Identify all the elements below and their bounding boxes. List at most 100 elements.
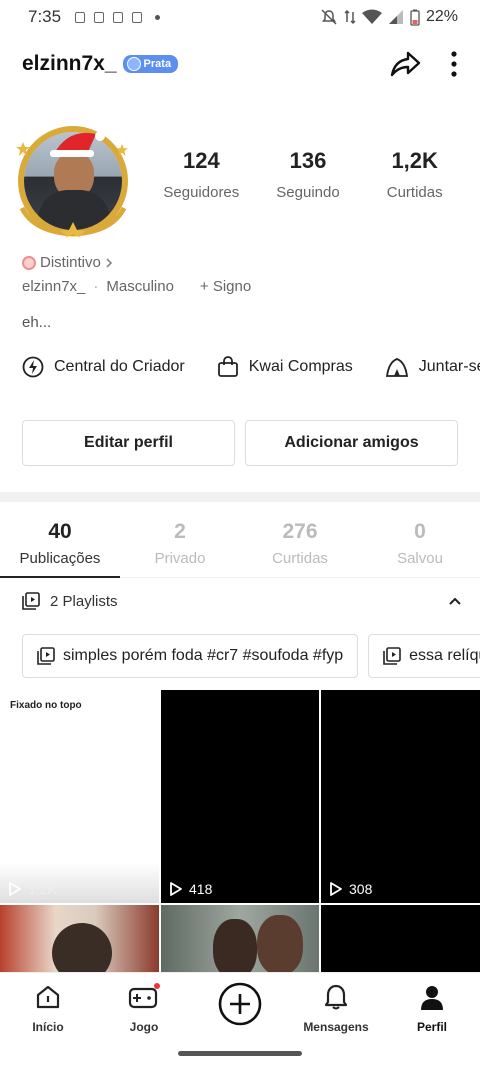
tab-label: Privado bbox=[154, 550, 206, 567]
shopping-bag-icon bbox=[217, 356, 238, 377]
content-tabs: 40 Publicações 2 Privado 276 Curtidas 0 … bbox=[0, 516, 480, 578]
nav-home[interactable]: Início bbox=[8, 983, 88, 1034]
video-thumbnail[interactable]: 308 bbox=[321, 690, 480, 903]
distintivo-link[interactable]: Distintivo bbox=[22, 254, 113, 271]
profile-stats: 124 Seguidores 136 Seguindo 1,2K Curtida… bbox=[148, 148, 468, 201]
pinned-label: Fixado no topo bbox=[10, 700, 82, 711]
badge-label: Prata bbox=[143, 58, 172, 70]
gamepad-icon bbox=[128, 983, 160, 1009]
shortcut-row: Central do Criador Kwai Compras Juntar-s… bbox=[22, 356, 480, 378]
nav-game[interactable]: Jogo bbox=[104, 983, 184, 1034]
playlist-chips: simples porém foda #cr7 #soufoda #fyp es… bbox=[22, 634, 480, 678]
create-button[interactable] bbox=[200, 981, 280, 1032]
bell-icon bbox=[324, 984, 348, 1010]
more-options-icon[interactable] bbox=[450, 50, 458, 78]
wifi-icon bbox=[361, 9, 382, 24]
stat-label: Curtidas bbox=[386, 184, 443, 201]
avatar[interactable] bbox=[14, 120, 132, 238]
tab-count: 2 bbox=[174, 520, 186, 543]
tab-likes[interactable]: 276 Curtidas bbox=[240, 516, 360, 577]
play-icon bbox=[9, 882, 21, 896]
profile-bio[interactable]: eh... bbox=[22, 314, 51, 331]
star-icon bbox=[116, 144, 128, 156]
shortcut-kwai-shop[interactable]: Kwai Compras bbox=[217, 356, 353, 378]
tab-label: Salvou bbox=[397, 550, 443, 567]
play-icon bbox=[170, 882, 182, 896]
stat-value: 124 bbox=[182, 148, 220, 173]
tab-count: 276 bbox=[282, 520, 318, 543]
data-icon bbox=[344, 9, 356, 25]
stat-following[interactable]: 136 Seguindo bbox=[255, 148, 362, 201]
playlist-chip[interactable]: simples porém foda #cr7 #soufoda #fyp bbox=[22, 634, 359, 678]
tab-count: 0 bbox=[414, 520, 426, 543]
notification-icon bbox=[94, 11, 105, 23]
system-icons: 22% bbox=[320, 8, 458, 26]
nav-messages[interactable]: Mensagens bbox=[296, 983, 376, 1034]
video-thumbnail[interactable]: Fixado no topo 1,2K bbox=[0, 690, 159, 903]
video-thumbnail[interactable] bbox=[161, 905, 319, 972]
view-count: 418 bbox=[169, 881, 212, 897]
nav-label: Mensagens bbox=[303, 1020, 369, 1034]
notification-icons bbox=[75, 11, 161, 23]
distintivo-icon bbox=[22, 255, 36, 270]
add-sign-button[interactable]: + Signo bbox=[200, 278, 251, 295]
tent-icon bbox=[385, 358, 408, 377]
profile-meta: elzinn7x_ · Masculino + Signo bbox=[22, 278, 251, 295]
shortcut-creator-center[interactable]: Central do Criador bbox=[22, 356, 185, 378]
video-thumbnail[interactable] bbox=[0, 905, 159, 972]
share-icon[interactable] bbox=[388, 49, 422, 79]
shortcut-join[interactable]: Juntar-se bbox=[385, 356, 480, 378]
notification-icon bbox=[75, 11, 86, 23]
chevron-up-icon[interactable] bbox=[448, 596, 462, 606]
mute-icon bbox=[321, 9, 337, 25]
nav-label: Perfil bbox=[416, 1020, 447, 1034]
home-icon bbox=[36, 985, 60, 1009]
stat-label: Seguindo bbox=[276, 184, 340, 201]
battery-percent: 22% bbox=[425, 8, 458, 25]
play-icon bbox=[330, 882, 342, 896]
gesture-bar[interactable] bbox=[178, 1051, 302, 1056]
stat-followers[interactable]: 124 Seguidores bbox=[148, 148, 255, 201]
playlists-header[interactable]: 2 Playlists bbox=[22, 592, 462, 610]
star-icon bbox=[16, 142, 30, 156]
stat-label: Seguidores bbox=[163, 184, 240, 201]
laurel-frame-icon bbox=[19, 206, 127, 238]
shortcut-label: Kwai Compras bbox=[248, 358, 353, 375]
playlist-chip[interactable]: essa relíquia bbox=[368, 634, 480, 678]
shortcut-label: Central do Criador bbox=[54, 358, 185, 375]
username: elzinn7x_ bbox=[22, 52, 117, 75]
tab-publications[interactable]: 40 Publicações bbox=[0, 516, 120, 578]
tab-label: Curtidas bbox=[272, 550, 328, 567]
view-count-value: 418 bbox=[189, 881, 213, 897]
playlist-icon bbox=[37, 647, 55, 665]
view-count: 1,2K bbox=[8, 881, 57, 897]
video-thumbnail[interactable] bbox=[321, 905, 480, 972]
stat-likes[interactable]: 1,2K Curtidas bbox=[361, 148, 468, 201]
playlist-title: simples porém foda #cr7 #soufoda #fyp bbox=[63, 647, 344, 664]
tab-private[interactable]: 2 Privado bbox=[120, 516, 240, 577]
add-friends-button[interactable]: Adicionar amigos bbox=[245, 420, 458, 466]
section-divider bbox=[0, 492, 480, 502]
notification-icon bbox=[113, 11, 124, 23]
person-icon bbox=[421, 986, 443, 1010]
nav-label: Jogo bbox=[129, 1020, 159, 1034]
battery-icon bbox=[410, 9, 420, 26]
nav-profile[interactable]: Perfil bbox=[392, 983, 472, 1034]
signal-icon bbox=[388, 10, 403, 24]
edit-profile-button[interactable]: Editar perfil bbox=[22, 420, 235, 466]
plus-icon bbox=[218, 982, 262, 1026]
level-badge[interactable]: Prata bbox=[122, 55, 179, 73]
stat-value: 136 bbox=[289, 148, 327, 173]
tab-label: Publicações bbox=[19, 550, 101, 567]
distintivo-label: Distintivo bbox=[40, 254, 101, 271]
video-grid: Fixado no topo 1,2K 418 308 bbox=[0, 690, 480, 972]
playlists-count: 2 Playlists bbox=[50, 592, 118, 610]
view-count-value: 308 bbox=[349, 881, 373, 897]
tab-saved[interactable]: 0 Salvou bbox=[360, 516, 480, 577]
more-notifications-icon bbox=[155, 14, 161, 20]
lightning-icon bbox=[22, 356, 44, 378]
video-thumbnail[interactable]: 418 bbox=[161, 690, 319, 903]
profile-handle: elzinn7x_ bbox=[22, 278, 86, 295]
badge-icon bbox=[126, 57, 141, 71]
shortcut-label: Juntar-se bbox=[418, 358, 480, 375]
